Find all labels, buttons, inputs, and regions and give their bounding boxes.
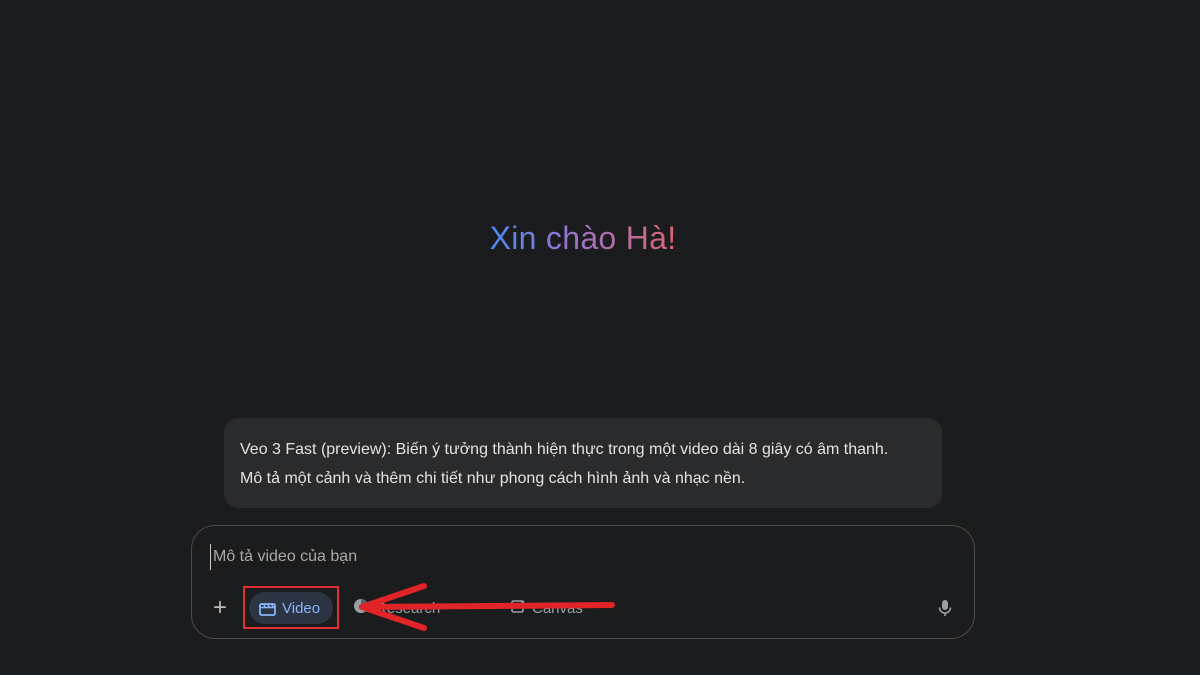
deep-research-icon bbox=[352, 597, 370, 619]
greeting-title: Xin chào Hà! bbox=[0, 220, 1166, 257]
mic-icon bbox=[934, 600, 956, 623]
prompt-toolbar: + Video Research Canvas bbox=[192, 586, 974, 629]
plus-icon: + bbox=[212, 594, 227, 621]
veo-info-card: Veo 3 Fast (preview): Biến ý tưởng thành… bbox=[224, 418, 942, 508]
research-tool-button[interactable]: Research bbox=[352, 596, 440, 620]
greeting-text: Xin chào Hà! bbox=[489, 220, 677, 256]
prompt-input[interactable] bbox=[210, 544, 915, 570]
canvas-icon bbox=[510, 598, 526, 618]
gemini-app: Xin chào Hà! Veo 3 Fast (preview): Biến … bbox=[0, 0, 1200, 675]
research-tool-label: Research bbox=[376, 599, 441, 617]
canvas-tool-button[interactable]: Canvas bbox=[510, 596, 583, 620]
microphone-button[interactable] bbox=[934, 597, 956, 619]
info-card-line-1: Veo 3 Fast (preview): Biến ý tưởng thành… bbox=[240, 441, 889, 458]
canvas-tool-label: Canvas bbox=[532, 599, 583, 617]
video-highlight-box bbox=[243, 586, 339, 629]
info-card-line-2: Mô tả một cảnh và thêm chi tiết như phon… bbox=[240, 470, 746, 487]
add-button[interactable]: + bbox=[206, 594, 234, 622]
prompt-box: + Video bbox=[191, 525, 975, 639]
